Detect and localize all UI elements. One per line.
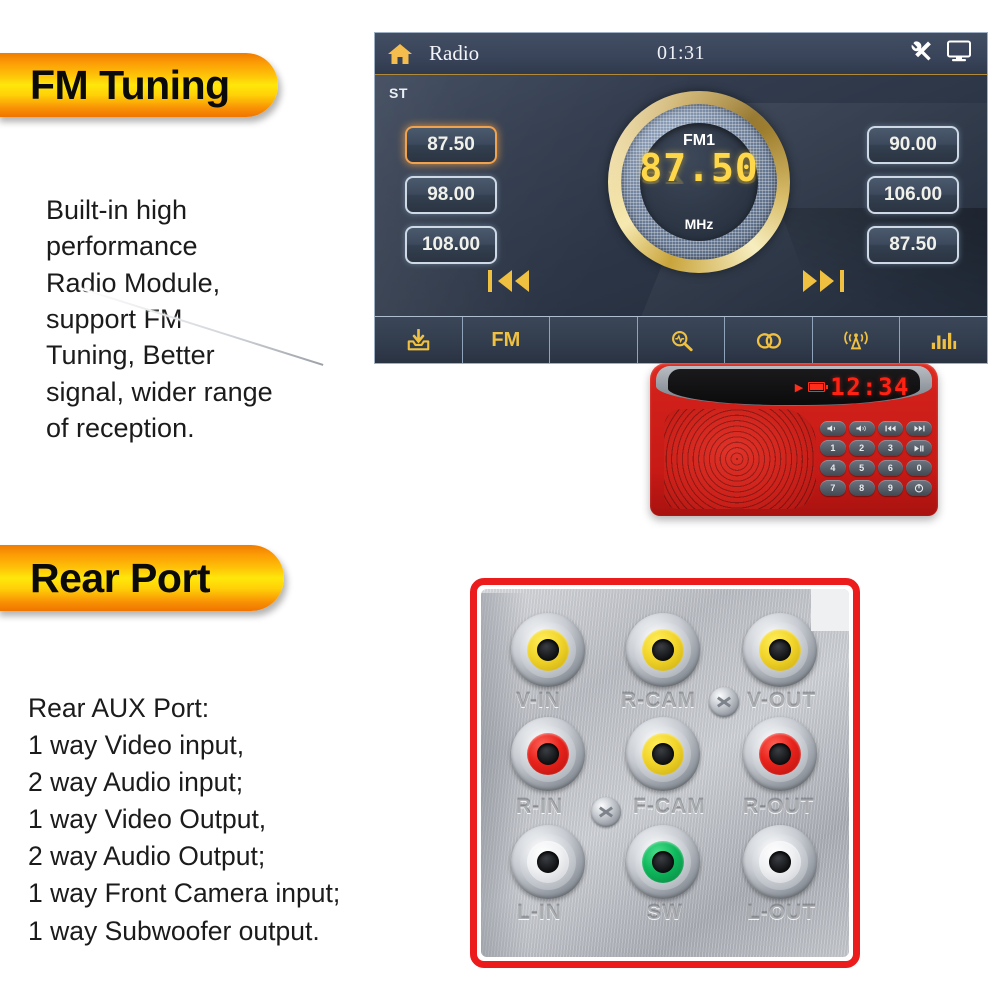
scan-search-icon[interactable] bbox=[638, 317, 726, 363]
key-4[interactable]: 4 bbox=[820, 460, 846, 476]
rca-jack-l-in[interactable] bbox=[511, 825, 585, 899]
previous-track-key[interactable] bbox=[877, 421, 904, 436]
panel-screw-middle bbox=[591, 797, 621, 827]
rear-port-description: Rear AUX Port: 1 way Video input, 2 way … bbox=[28, 693, 341, 946]
car-radio-screen: Radio 01:31 ST 87.50 98.00 108.00 90.00 … bbox=[374, 32, 988, 364]
portable-radio-device: ▶ 12:34 1 2 3 4 5 6 0 7 8 9 bbox=[650, 363, 938, 516]
seek-next-button[interactable] bbox=[799, 265, 845, 304]
key-9[interactable]: 9 bbox=[877, 480, 904, 496]
portable-radio-keypad: 1 2 3 4 5 6 0 7 8 9 bbox=[820, 421, 932, 496]
power-key[interactable] bbox=[906, 480, 932, 496]
preset-button-left-1[interactable]: 87.50 bbox=[405, 126, 497, 164]
jack-label-r-in: R-IN bbox=[516, 795, 564, 818]
band-fm-label: FM bbox=[491, 328, 521, 351]
rca-jack-f-cam[interactable] bbox=[626, 717, 700, 791]
port-panel-metal-plate: V-IN R-CAM V-OUT R-IN F-CAM R-OUT L-IN S… bbox=[481, 589, 849, 957]
band-fm-button[interactable]: FM bbox=[463, 317, 551, 363]
infographic-page: FM Tuning Built-in high performance Radi… bbox=[0, 0, 1000, 1000]
key-1[interactable]: 1 bbox=[820, 440, 846, 456]
rca-jack-r-cam[interactable] bbox=[626, 613, 700, 687]
jack-label-v-in: V-IN bbox=[516, 689, 561, 712]
key-0[interactable]: 0 bbox=[906, 460, 932, 476]
rca-jack-v-in[interactable] bbox=[511, 613, 585, 687]
portable-radio-body: ▶ 12:34 1 2 3 4 5 6 0 7 8 9 bbox=[650, 363, 938, 516]
key-6[interactable]: 6 bbox=[877, 460, 904, 476]
keypad-row: 7 8 9 bbox=[820, 480, 932, 496]
rca-jack-l-out[interactable] bbox=[743, 825, 817, 899]
fm-tuning-badge-label: FM Tuning bbox=[30, 61, 230, 108]
screen-status-bar: Radio 01:31 bbox=[375, 33, 987, 75]
key-3[interactable]: 3 bbox=[877, 440, 904, 456]
lcd-play-icon: ▶ bbox=[794, 381, 804, 394]
rca-jack-r-in[interactable] bbox=[511, 717, 585, 791]
lcd-time-readout: 12:34 bbox=[830, 373, 910, 401]
rear-port-badge-label: Rear Port bbox=[30, 554, 211, 601]
preset-button-right-2[interactable]: 106.00 bbox=[867, 176, 959, 214]
save-preset-icon[interactable] bbox=[375, 317, 463, 363]
screen-clock: 01:31 bbox=[656, 42, 706, 64]
preset-button-right-3[interactable]: 87.50 bbox=[867, 226, 959, 264]
antenna-broadcast-icon[interactable] bbox=[813, 317, 901, 363]
battery-icon bbox=[808, 382, 829, 392]
volume-up-key[interactable] bbox=[848, 421, 875, 436]
volume-down-key[interactable] bbox=[820, 421, 846, 436]
jack-label-l-in: L-IN bbox=[517, 901, 562, 924]
keypad-row bbox=[820, 421, 932, 436]
preset-button-left-2[interactable]: 98.00 bbox=[405, 176, 497, 214]
tuning-dial[interactable]: FM1 87.50 87.50 MHz bbox=[608, 91, 790, 273]
keypad-row: 4 5 6 0 bbox=[820, 460, 932, 476]
fm-tuning-description: Built-in high performance Radio Module, … bbox=[46, 195, 273, 443]
preset-button-right-1[interactable]: 90.00 bbox=[867, 126, 959, 164]
jack-label-f-cam: F-CAM bbox=[633, 795, 706, 818]
equalizer-icon[interactable] bbox=[900, 317, 987, 363]
dial-readout: FM1 87.50 87.50 MHz bbox=[639, 123, 759, 241]
empty-toolbar-cell[interactable] bbox=[550, 317, 638, 363]
rca-jack-r-out[interactable] bbox=[743, 717, 817, 791]
jack-label-v-out: V-OUT bbox=[747, 689, 817, 712]
rca-jack-sw[interactable] bbox=[626, 825, 700, 899]
portable-radio-lcd-display: ▶ 12:34 bbox=[668, 369, 920, 405]
jack-label-r-cam: R-CAM bbox=[621, 689, 696, 712]
seek-previous-button[interactable] bbox=[487, 265, 533, 304]
next-track-key[interactable] bbox=[906, 421, 932, 436]
key-2[interactable]: 2 bbox=[848, 440, 875, 456]
portable-radio-speaker-grille bbox=[664, 409, 816, 509]
key-8[interactable]: 8 bbox=[848, 480, 875, 496]
key-5[interactable]: 5 bbox=[848, 460, 875, 476]
frequency-unit-label: MHz bbox=[684, 216, 714, 233]
fm-tuning-badge: FM Tuning bbox=[0, 53, 278, 117]
frequency-reflection: 87.50 bbox=[639, 166, 759, 187]
loop-repeat-icon[interactable] bbox=[725, 317, 813, 363]
rca-jack-v-out[interactable] bbox=[743, 613, 817, 687]
rear-port-badge: Rear Port bbox=[0, 545, 284, 611]
rear-aux-port-panel: V-IN R-CAM V-OUT R-IN F-CAM R-OUT L-IN S… bbox=[470, 578, 860, 968]
jack-label-l-out: L-OUT bbox=[747, 901, 817, 924]
play-pause-key[interactable] bbox=[906, 440, 932, 456]
stereo-indicator: ST bbox=[389, 85, 408, 101]
jack-label-r-out: R-OUT bbox=[743, 795, 815, 818]
keypad-row: 1 2 3 bbox=[820, 440, 932, 456]
screen-bottom-toolbar: FM bbox=[375, 316, 987, 363]
jack-label-sw: SW bbox=[647, 901, 683, 924]
key-7[interactable]: 7 bbox=[820, 480, 846, 496]
preset-button-left-3[interactable]: 108.00 bbox=[405, 226, 497, 264]
panel-screw-top bbox=[709, 687, 739, 717]
